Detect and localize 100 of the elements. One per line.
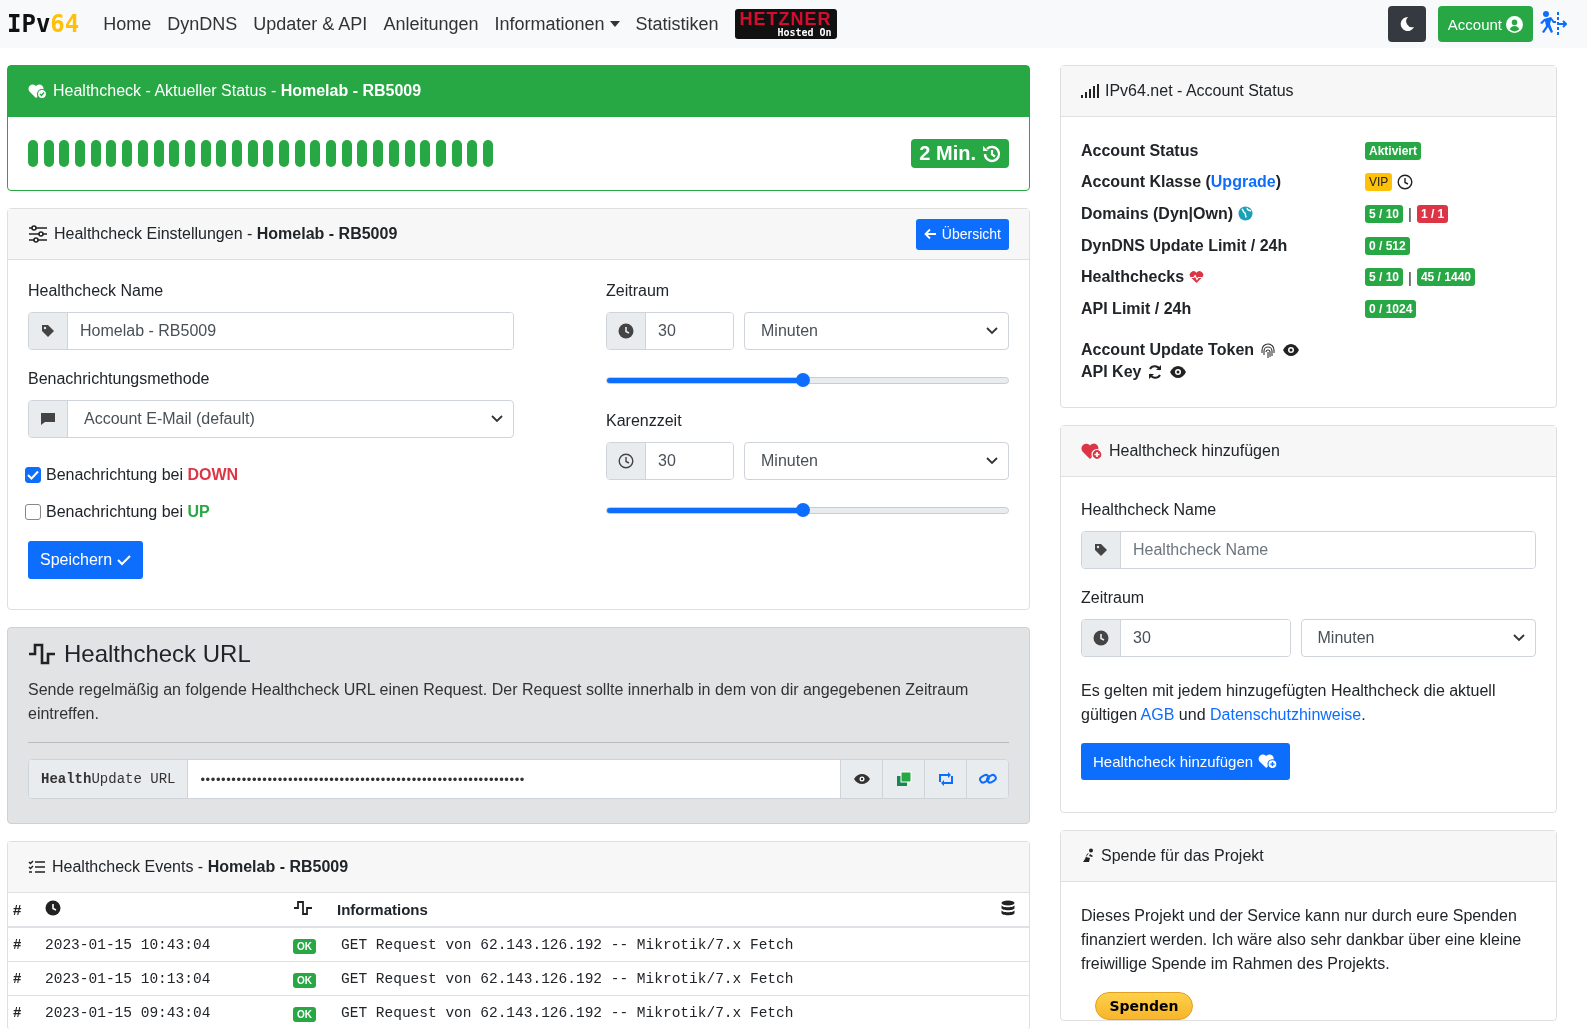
card-title: Healthcheck Einstellungen - Homelab - RB5009 (54, 225, 398, 243)
status-badge: VIP (1365, 173, 1393, 192)
eye-icon[interactable] (1282, 342, 1301, 357)
field-label: Karenzzeit (606, 412, 683, 430)
separator: | (1408, 268, 1412, 286)
status-badge: 0 / 512 (1365, 236, 1410, 255)
status-badge: OK (293, 972, 316, 988)
status-badge: OK (293, 938, 316, 954)
donate-text: Dieses Projekt und der Service kann nur durch eure Spenden finanziert werden. Ich wäre also sehr dankbar über eine kleine freiwillige Spende im Rahmen des Projekts. (1081, 905, 1523, 974)
unit-select[interactable]: Minuten (744, 312, 1009, 350)
field-label: Zeitraum (606, 282, 671, 300)
card-title: Spende für das Projekt (1101, 846, 1264, 865)
check-icon (117, 554, 132, 566)
database-icon (1001, 900, 1015, 916)
account-label: Account Klasse (Upgrade) (1081, 173, 1282, 192)
event-time: 2023-01-15 10:43:04 (45, 936, 211, 953)
event-time: 2023-01-15 10:13:04 (45, 970, 211, 987)
event-info: GET Request von 62.143.126.192 -- Mikrotik/7.x Fetch (341, 936, 794, 953)
heart-pulse-icon (1189, 270, 1205, 284)
account-label: Healthchecks (1081, 268, 1185, 287)
upgrade-link[interactable]: Upgrade (1210, 173, 1276, 191)
name-field[interactable]: Healthcheck Name (1081, 530, 1536, 569)
arrow-left-icon (923, 228, 937, 240)
nav-link[interactable]: Statistiken (635, 13, 719, 35)
dark-mode-button[interactable] (1387, 6, 1426, 42)
nav-link[interactable]: Updater & API (253, 13, 368, 35)
logo[interactable]: IPv64 (7, 10, 80, 38)
terms-link[interactable]: AGB (1140, 705, 1175, 723)
clock-icon (1397, 174, 1414, 191)
status-badge: 5 / 10 (1365, 268, 1404, 287)
add-healthcheck-button[interactable]: Healthcheck hinzufügen (1081, 742, 1291, 780)
privacy-link[interactable]: Datenschutzhinweise (1210, 705, 1362, 723)
card-title: Healthcheck - Aktueller Status - Homelab - RB5009 (53, 82, 422, 100)
card-title: Healthcheck hinzufügen (1109, 441, 1280, 460)
pulse-icon (293, 900, 313, 916)
chevron-icon (986, 327, 998, 335)
column-header: Informations (337, 901, 428, 918)
range-slider[interactable] (606, 372, 1009, 388)
secret-label: API Key (1081, 362, 1142, 381)
nav-link[interactable]: Informationen (494, 13, 620, 35)
number-field[interactable]: 30 (606, 312, 734, 350)
nav-link[interactable]: Anleitungen (383, 13, 479, 35)
event-time: 2023-01-15 09:43:04 (45, 1004, 211, 1021)
heart-plus-icon (1258, 753, 1279, 770)
checkbox[interactable] (25, 467, 41, 483)
pulse-icon (28, 642, 56, 666)
unit-select[interactable]: Minuten (744, 442, 1009, 480)
row-marker: # (13, 970, 22, 987)
clock-icon (618, 323, 634, 339)
status-badge: 0 / 1024 (1365, 299, 1417, 318)
tag-icon (41, 324, 55, 338)
account-label: Domains (Dyn|Own) (1081, 205, 1234, 223)
nav-link[interactable]: DynDNS (167, 13, 238, 35)
unit-select[interactable]: Minuten (1300, 618, 1536, 657)
chevron-icon (1513, 633, 1525, 642)
range-slider[interactable] (606, 502, 1009, 518)
secret-label: Account Update Token (1081, 340, 1255, 359)
clock-icon (45, 900, 61, 916)
status-badge: 5 / 10 (1365, 205, 1404, 223)
event-info: GET Request von 62.143.126.192 -- Mikrotik/7.x Fetch (341, 1004, 794, 1021)
overview-button[interactable]: Übersicht (915, 218, 1009, 250)
tag-icon (1094, 542, 1108, 557)
user-icon (1506, 15, 1523, 33)
heart-plus-icon (1081, 441, 1103, 460)
checklist-icon (28, 860, 46, 874)
account-label: API Limit / 24h (1081, 299, 1192, 318)
number-field[interactable]: 30 (606, 442, 734, 480)
moon-icon (1398, 16, 1415, 32)
kneeling-person-icon (1081, 847, 1095, 864)
status-badge: OK (293, 1006, 316, 1022)
panel-description: Sende regelmäßig an folgende Healthcheck URL einen Request. Der Request sollte innerhalb in dem von dir angegebenen Zeitraum eintreffen. (28, 680, 970, 724)
separator: | (1408, 205, 1412, 223)
slider-thumb[interactable] (796, 373, 811, 387)
signal-icon (1081, 84, 1099, 98)
slider-thumb[interactable] (796, 503, 811, 517)
checkbox-label: Benachrichtung bei UP (46, 503, 210, 521)
field-label: Healthcheck Name (28, 282, 165, 300)
eye-icon[interactable] (1169, 364, 1188, 379)
row-marker: # (13, 936, 22, 953)
clock-icon (1093, 629, 1109, 646)
name-field[interactable]: Homelab - RB5009 (28, 312, 514, 350)
nav-link[interactable]: Home (103, 13, 152, 35)
donate-button[interactable]: Spenden (1095, 991, 1193, 1020)
save-button[interactable]: Speichern (28, 541, 144, 579)
number-field[interactable]: 30 (1081, 618, 1291, 657)
event-info: GET Request von 62.143.126.192 -- Mikrotik/7.x Fetch (341, 970, 794, 987)
account-label: DynDNS Update Limit / 24h (1081, 236, 1288, 255)
sliders-icon (28, 225, 48, 243)
status-badge: Aktiviert (1365, 141, 1422, 160)
heart-check-icon (28, 83, 47, 99)
checkbox[interactable] (25, 504, 41, 520)
field-label: Benachrichtungsmethode (28, 370, 211, 388)
status-badge: 45 / 1440 (1416, 268, 1475, 287)
globe-icon (1238, 206, 1254, 222)
checkbox-label: Benachrichtung bei DOWN (46, 466, 239, 484)
refresh-icon[interactable] (1147, 363, 1164, 380)
account-label: Account Status (1081, 141, 1199, 160)
sponsor-badge[interactable]: HETZNER Hosted On (734, 9, 837, 39)
terms-text: Es gelten mit jedem hinzugefügten Healthcheck die aktuell gültigen AGB und Datenschutzhinweise. (1081, 680, 1497, 725)
field-label: Healthcheck Name (1081, 500, 1218, 519)
